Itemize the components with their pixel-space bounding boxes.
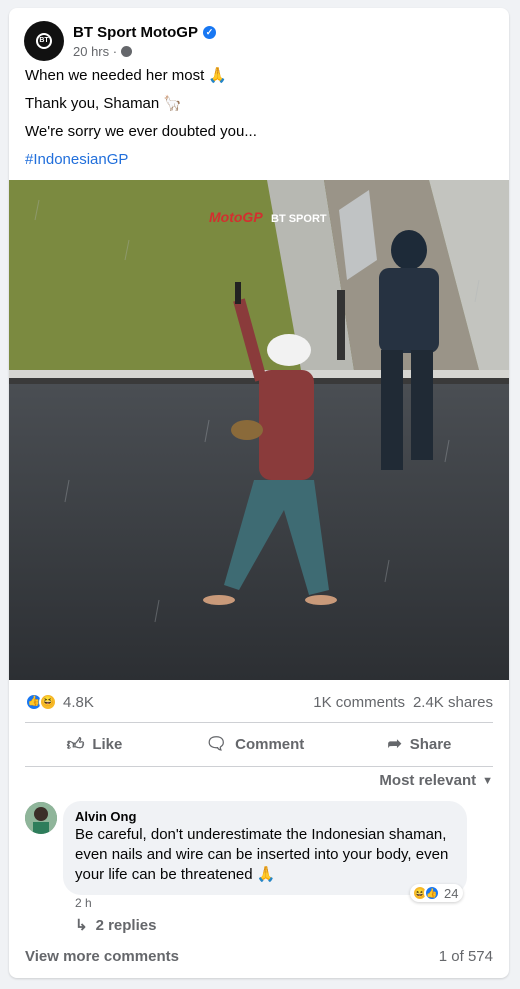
- shares-count[interactable]: 2.4K shares: [413, 694, 493, 711]
- globe-icon: [121, 45, 133, 57]
- comment-button[interactable]: 🗨︎ Comment: [206, 734, 305, 754]
- post-line-1: When we needed her most 🙏: [25, 67, 228, 84]
- bt-logo-icon: BT: [36, 33, 52, 49]
- post-meta: BT Sport MotoGP ✓ 20 hrs ·: [73, 24, 216, 59]
- post-header: BT BT Sport MotoGP ✓ 20 hrs ·: [24, 20, 216, 62]
- reaction-icons[interactable]: 👍 😆: [25, 693, 57, 711]
- post-card: BT BT Sport MotoGP ✓ 20 hrs · When we ne…: [9, 8, 509, 978]
- post-time[interactable]: 20 hrs: [73, 44, 109, 59]
- comment-text: Be careful, don't underestimate the Indo…: [75, 826, 449, 883]
- photo-illustration: MotoGP BT SPORT: [9, 180, 509, 680]
- commenter-avatar-image: [25, 802, 57, 834]
- comment-reaction-count: 24: [444, 885, 459, 901]
- thumbs-up-icon: 👍︎: [66, 734, 85, 754]
- author-name[interactable]: BT Sport MotoGP: [73, 24, 198, 41]
- comment-reactions[interactable]: 😆 👍 24: [410, 884, 464, 902]
- action-bar: 👍︎ Like 🗨︎ Comment ➦ Share: [25, 724, 493, 764]
- comment-icon: 🗨︎: [205, 734, 228, 753]
- time-row: 20 hrs ·: [73, 44, 216, 59]
- reply-arrow-icon: ↳: [75, 917, 88, 934]
- replies-label: 2 replies: [95, 916, 157, 934]
- verified-badge-icon: ✓: [202, 25, 216, 39]
- comment-label: Comment: [235, 735, 305, 753]
- divider: [25, 722, 493, 723]
- like-label: Like: [92, 735, 123, 753]
- stats-right: 1K comments 2.4K shares: [313, 694, 493, 711]
- divider: [25, 766, 493, 767]
- svg-text:BT SPORT: BT SPORT: [271, 213, 327, 225]
- author-row: BT Sport MotoGP ✓: [73, 24, 216, 41]
- share-button[interactable]: ➦ Share: [387, 734, 451, 754]
- reaction-stats: 👍 😆 4.8K 1K comments 2.4K shares: [25, 688, 493, 716]
- comments-count[interactable]: 1K comments: [313, 694, 405, 711]
- post-line-2: Thank you, Shaman 🦙: [25, 95, 183, 112]
- reaction-count[interactable]: 4.8K: [63, 694, 94, 711]
- view-replies-button[interactable]: ↳ 2 replies: [75, 916, 157, 935]
- comment-bubble: Alvin Ong Be careful, don't underestimat…: [63, 801, 467, 895]
- comment-pager: 1 of 574: [438, 948, 493, 965]
- time-separator: ·: [109, 43, 118, 59]
- sort-label: Most relevant: [379, 772, 477, 789]
- caret-down-icon: ▼: [482, 774, 493, 787]
- post-line-3: We're sorry we ever doubted you...: [25, 123, 257, 140]
- like-reaction-icon: 👍: [424, 885, 440, 901]
- like-button[interactable]: 👍︎ Like: [67, 734, 123, 755]
- svg-text:MotoGP: MotoGP: [209, 209, 263, 225]
- commenter-name[interactable]: Alvin Ong: [75, 809, 455, 824]
- comment-sort-dropdown[interactable]: Most relevant ▼: [379, 772, 493, 789]
- page-avatar[interactable]: BT: [24, 21, 64, 61]
- view-more-comments-link[interactable]: View more comments: [25, 948, 179, 965]
- commenter-avatar[interactable]: [25, 802, 57, 834]
- post-body: When we needed her most 🙏 Thank you, Sha…: [25, 66, 257, 178]
- comment-time[interactable]: 2 h: [75, 896, 92, 910]
- hashtag-link[interactable]: #IndonesianGP: [25, 150, 257, 170]
- share-label: Share: [409, 735, 452, 753]
- haha-reaction-icon: 😆: [39, 693, 57, 711]
- post-photo[interactable]: MotoGP BT SPORT: [9, 180, 509, 680]
- share-icon: ➦: [387, 734, 402, 753]
